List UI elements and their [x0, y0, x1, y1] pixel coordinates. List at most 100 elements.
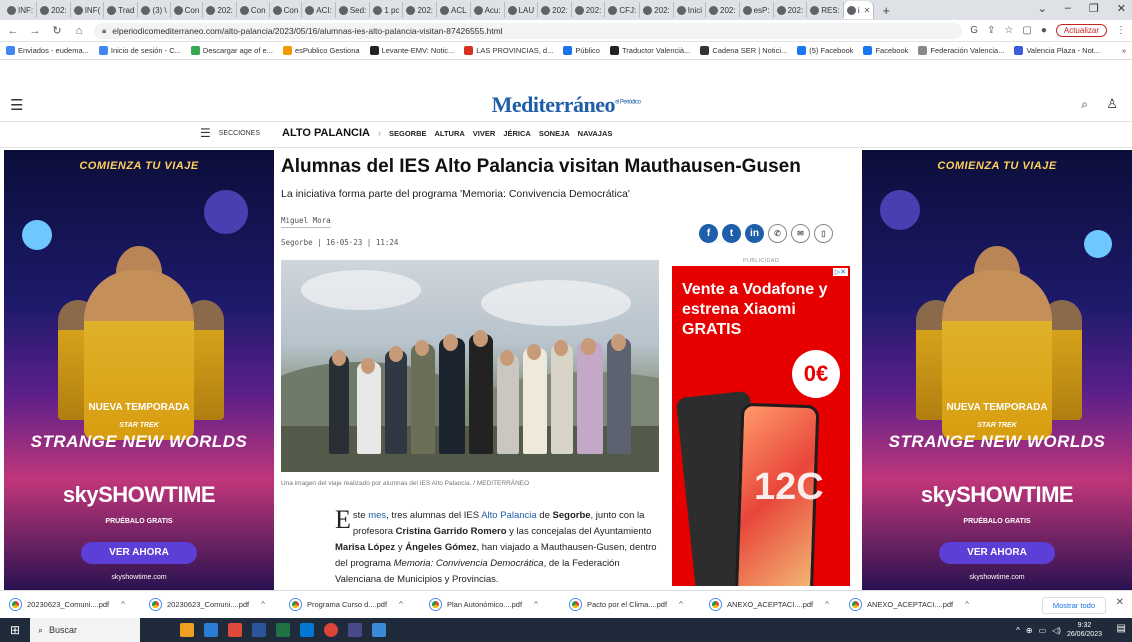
- display-icon[interactable]: ▭: [1039, 626, 1047, 635]
- browser-tab[interactable]: INF:: [4, 2, 38, 18]
- sidepanel-icon[interactable]: ▢: [1022, 25, 1031, 36]
- notification-icon[interactable]: ▤: [1117, 623, 1126, 634]
- home-button[interactable]: ⌂: [72, 25, 86, 37]
- download-item[interactable]: Programa Curso d....pdf ^: [290, 599, 426, 610]
- download-menu-icon[interactable]: ^: [121, 600, 125, 609]
- user-icon[interactable]: ♙: [1106, 96, 1118, 112]
- section-link[interactable]: ALTURA: [435, 129, 465, 138]
- browser-tab[interactable]: Inici: [674, 2, 707, 18]
- download-item[interactable]: ANEXO_ACEPTACI....pdf ^: [850, 599, 986, 610]
- body-link[interactable]: Alto Palancia: [481, 510, 536, 521]
- browser-tab[interactable]: Acu:: [471, 2, 505, 18]
- bookmarks-overflow-button[interactable]: »: [1122, 46, 1126, 55]
- browser-tab[interactable]: ACL: [437, 2, 471, 18]
- email-share-icon[interactable]: ✉: [791, 224, 810, 243]
- download-item[interactable]: Plan Autonómico....pdf ^: [430, 599, 566, 610]
- browser-tab[interactable]: CFJ:: [605, 2, 641, 18]
- site-logo[interactable]: Mediterráneoel Periódico: [0, 92, 1132, 118]
- bookmark-item[interactable]: Valencia Plaza - Not...: [1014, 46, 1100, 55]
- bookmark-item[interactable]: Federación Valencia...: [918, 46, 1004, 55]
- skyshowtime-ad-left[interactable]: COMIENZA TU VIAJE NUEVA TEMPORADA STAR T…: [4, 150, 274, 590]
- clock[interactable]: 9:32 26/06/2023: [1067, 621, 1102, 639]
- browser-tab[interactable]: Sed:: [336, 2, 371, 18]
- save-bookmark-icon[interactable]: ▯: [814, 224, 833, 243]
- back-button[interactable]: ←: [6, 25, 20, 37]
- browser-tab[interactable]: Con: [171, 2, 204, 18]
- taskbar-app-icon[interactable]: [372, 623, 386, 637]
- tab-close-icon[interactable]: ✕: [864, 6, 871, 15]
- new-tab-button[interactable]: +: [874, 3, 898, 18]
- volume-icon[interactable]: ◁): [1052, 626, 1061, 635]
- taskbar-app-icon[interactable]: [204, 623, 218, 637]
- bookmark-item[interactable]: esPublico Gestiona: [282, 46, 360, 55]
- bookmark-item[interactable]: Cadena SER | Notici...: [700, 46, 787, 55]
- download-item[interactable]: Pacto por el Clima....pdf ^: [570, 599, 706, 610]
- bookmark-item[interactable]: Levante-EMV: Notic...: [369, 46, 454, 55]
- skyshowtime-ad-right[interactable]: COMIENZA TU VIAJE NUEVA TEMPORADA STAR T…: [862, 150, 1132, 590]
- section-link[interactable]: JÉRICA: [503, 129, 531, 138]
- bookmark-item[interactable]: (5) Facebook: [797, 46, 853, 55]
- reload-button[interactable]: ↻: [50, 24, 64, 37]
- chrome-icon[interactable]: [324, 623, 338, 637]
- update-button[interactable]: Actualizar: [1055, 24, 1107, 37]
- browser-tab[interactable]: ACI:: [302, 2, 336, 18]
- browser-tab[interactable]: (3) \: [138, 2, 171, 18]
- article-photo[interactable]: [281, 260, 659, 472]
- show-all-downloads-button[interactable]: Mostrar todo: [1041, 597, 1106, 614]
- download-menu-icon[interactable]: ^: [399, 600, 403, 609]
- browser-tab[interactable]: LAU: [505, 2, 539, 18]
- browser-tab[interactable]: Con: [270, 2, 303, 18]
- menu-kebab-icon[interactable]: ⋮: [1116, 25, 1126, 36]
- section-link[interactable]: SEGORBE: [389, 129, 427, 138]
- tab-search-icon[interactable]: ⌄: [1038, 2, 1047, 15]
- section-link[interactable]: VIVER: [473, 129, 496, 138]
- bookmark-item[interactable]: Inicio de sesión - C...: [98, 46, 181, 55]
- taskbar-app-icon[interactable]: [348, 623, 362, 637]
- ad-cta-button[interactable]: VER AHORA: [939, 542, 1055, 564]
- browser-tab[interactable]: 202:: [774, 2, 808, 18]
- outlook-icon[interactable]: [300, 623, 314, 637]
- download-menu-icon[interactable]: ^: [534, 600, 538, 609]
- word-icon[interactable]: [252, 623, 266, 637]
- vodafone-ad[interactable]: ▷✕ Vente a Vodafone y estrena Xiaomi GRA…: [672, 266, 850, 586]
- browser-tab[interactable]: 1 pc: [370, 2, 404, 18]
- bookmark-item[interactable]: Traductor Valencià...: [609, 46, 690, 55]
- bookmark-item[interactable]: LAS PROVINCIAS, d...: [464, 46, 553, 55]
- forward-button[interactable]: →: [28, 25, 42, 37]
- browser-tab[interactable]: 202:: [538, 2, 572, 18]
- taskbar-search[interactable]: ⌕ Buscar: [30, 618, 140, 642]
- close-window-button[interactable]: ✕: [1117, 2, 1126, 15]
- browser-tab[interactable]: 202:: [706, 2, 740, 18]
- url-field[interactable]: 🔒︎ elperiodicomediterraneo.com/alto-pala…: [94, 22, 963, 39]
- browser-tab[interactable]: 202:: [572, 2, 606, 18]
- linkedin-share-icon[interactable]: in: [745, 224, 764, 243]
- browser-tab[interactable]: 202:: [403, 2, 438, 18]
- download-menu-icon[interactable]: ^: [679, 600, 683, 609]
- whatsapp-share-icon[interactable]: ✆: [768, 224, 787, 243]
- bookmark-item[interactable]: Descargar age of e...: [190, 46, 273, 55]
- browser-tab[interactable]: Trad: [104, 2, 139, 18]
- tray-chevron-icon[interactable]: ^: [1016, 626, 1020, 635]
- download-item[interactable]: ANEXO_ACEPTACI....pdf ^: [710, 599, 846, 610]
- ad-cta-button[interactable]: VER AHORA: [81, 542, 197, 564]
- bookmark-item[interactable]: Enviados - eudema...: [6, 46, 89, 55]
- browser-tab[interactable]: Con: [237, 2, 270, 18]
- close-downloads-icon[interactable]: ✕: [1116, 597, 1124, 608]
- google-icon[interactable]: G: [970, 25, 978, 36]
- download-menu-icon[interactable]: ^: [965, 600, 969, 609]
- section-link[interactable]: SONEJA: [539, 129, 570, 138]
- taskbar-app-icon[interactable]: [228, 623, 242, 637]
- facebook-share-icon[interactable]: f: [699, 224, 718, 243]
- share-page-icon[interactable]: ⇪: [987, 25, 995, 36]
- download-item[interactable]: 20230623_Comuni....pdf ^: [10, 599, 146, 610]
- browser-tab[interactable]: 202:: [37, 2, 71, 18]
- browser-tab[interactable]: i ✕: [843, 1, 875, 19]
- browser-tab[interactable]: RES:: [807, 2, 844, 18]
- bookmark-item[interactable]: Público: [563, 46, 600, 55]
- browser-tab[interactable]: 202:: [640, 2, 674, 18]
- bookmark-item[interactable]: Facebook: [863, 46, 908, 55]
- section-current[interactable]: ALTO PALANCIA: [282, 127, 370, 139]
- network-icon[interactable]: ⊕: [1026, 626, 1033, 635]
- taskbar-app-icon[interactable]: [180, 623, 194, 637]
- download-menu-icon[interactable]: ^: [261, 600, 265, 609]
